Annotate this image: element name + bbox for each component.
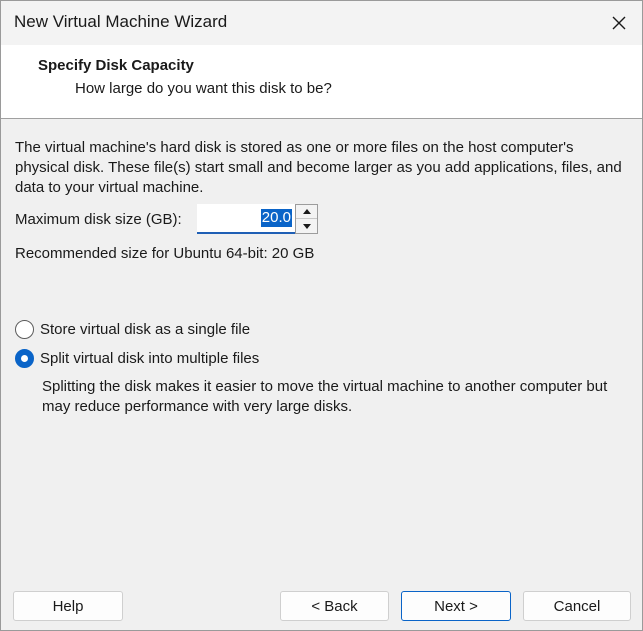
spin-buttons xyxy=(295,204,318,234)
cancel-button[interactable]: Cancel xyxy=(523,591,631,621)
disk-size-value: 20.0 xyxy=(260,209,292,227)
page-title: Specify Disk Capacity xyxy=(38,57,194,74)
close-icon xyxy=(612,16,626,30)
disk-size-stepper: 20.0 xyxy=(197,204,322,234)
title-bar: New Virtual Machine Wizard xyxy=(1,1,642,45)
split-files-radio-label: Split virtual disk into multiple files xyxy=(40,349,260,367)
split-files-radio-circle xyxy=(15,348,34,368)
spin-down-button[interactable] xyxy=(296,219,317,233)
single-file-radio-circle xyxy=(15,319,34,339)
back-button[interactable]: < Back xyxy=(280,591,389,621)
help-button[interactable]: Help xyxy=(13,591,123,621)
close-button[interactable] xyxy=(596,1,642,45)
disk-size-input[interactable]: 20.0 xyxy=(197,204,295,234)
page-subtitle: How large do you want this disk to be? xyxy=(75,80,332,97)
spin-up-button[interactable] xyxy=(296,205,317,219)
disk-size-label: Maximum disk size (GB): xyxy=(15,211,182,228)
spin-up-icon xyxy=(302,209,311,214)
recommended-size-text: Recommended size for Ubuntu 64-bit: 20 G… xyxy=(15,245,315,262)
next-button[interactable]: Next > xyxy=(401,591,511,621)
spin-down-icon xyxy=(302,223,311,229)
split-files-note: Splitting the disk makes it easier to mo… xyxy=(42,378,608,415)
split-files-radio[interactable]: Split virtual disk into multiple files xyxy=(15,347,259,369)
window-title: New Virtual Machine Wizard xyxy=(14,12,228,31)
single-file-radio-label: Store virtual disk as a single file xyxy=(40,320,251,338)
single-file-radio[interactable]: Store virtual disk as a single file xyxy=(15,318,250,340)
disk-description: The virtual machine's hard disk is store… xyxy=(15,139,622,196)
header-panel: Specify Disk Capacity How large do you w… xyxy=(1,45,642,119)
wizard-window: New Virtual Machine Wizard Specify Disk … xyxy=(0,0,643,631)
